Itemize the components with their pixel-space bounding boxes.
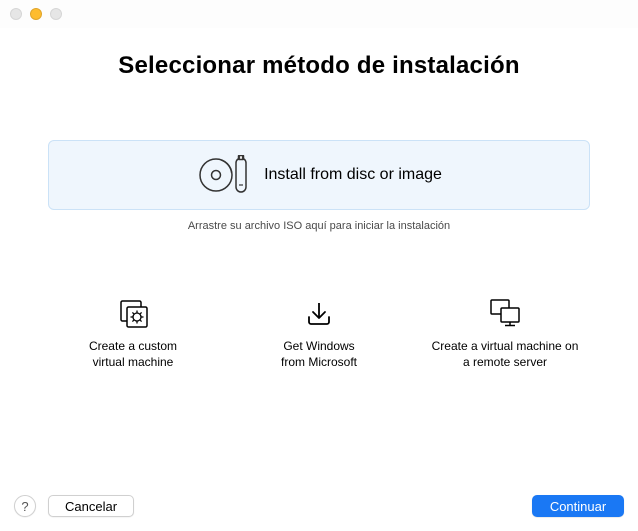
cancel-button[interactable]: Cancelar <box>48 495 134 517</box>
custom-vm-icon <box>48 292 218 328</box>
window-titlebar <box>0 0 638 28</box>
option-get-windows[interactable]: Get Windows from Microsoft <box>234 292 404 370</box>
footer-toolbar: ? Cancelar Continuar <box>0 481 638 531</box>
window-minimize-button[interactable] <box>30 8 42 20</box>
dropzone-label: Install from disc or image <box>264 166 442 184</box>
page-title: Seleccionar método de instalación <box>0 52 638 80</box>
continue-button[interactable]: Continuar <box>532 495 624 517</box>
option-create-custom-vm[interactable]: Create a custom virtual machine <box>48 292 218 370</box>
option-label: Get Windows from Microsoft <box>234 338 404 370</box>
option-label: Create a virtual machine on a remote ser… <box>420 338 590 370</box>
remote-server-icon <box>420 292 590 328</box>
help-button[interactable]: ? <box>14 495 36 517</box>
disc-and-usb-icon <box>196 155 250 195</box>
download-icon <box>234 292 404 328</box>
option-remote-server-vm[interactable]: Create a virtual machine on a remote ser… <box>420 292 590 370</box>
option-label: Create a custom virtual machine <box>48 338 218 370</box>
dropzone-hint: Arrastre su archivo ISO aquí para inicia… <box>0 220 638 232</box>
install-options-row: Create a custom virtual machine Get Wind… <box>48 292 590 370</box>
window-close-button[interactable] <box>10 8 22 20</box>
install-from-disc-dropzone[interactable]: Install from disc or image <box>48 140 590 210</box>
window-zoom-button[interactable] <box>50 8 62 20</box>
